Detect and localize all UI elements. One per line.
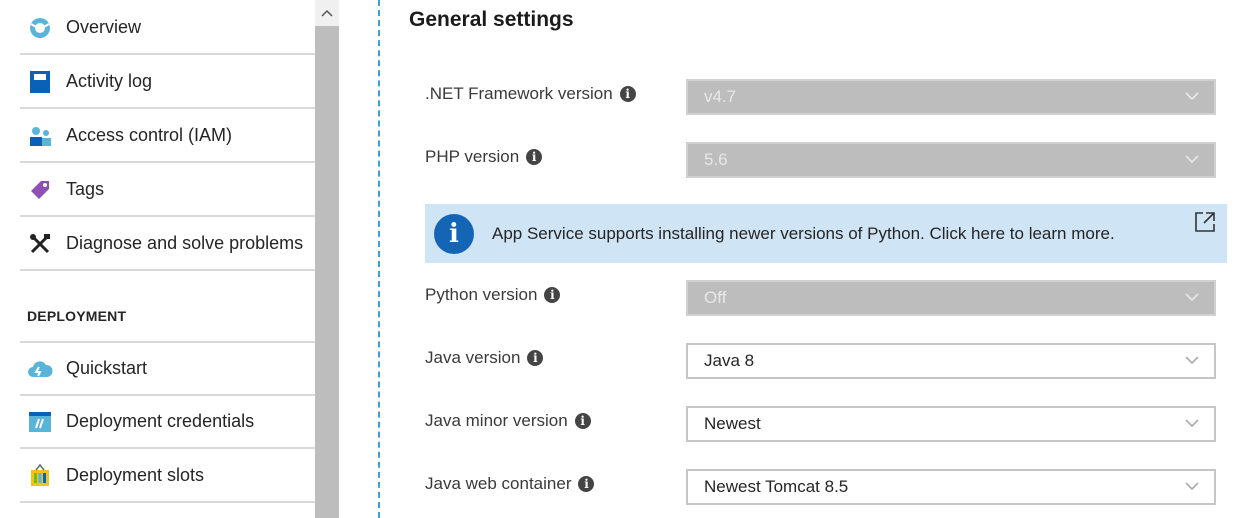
- select-value: Java 8: [704, 351, 755, 370]
- java-web-container-select[interactable]: Newest Tomcat 8.5: [686, 469, 1216, 505]
- chevron-down-icon: [1185, 356, 1199, 365]
- select-value: Off: [704, 288, 727, 307]
- chevron-down-icon: [1185, 155, 1199, 164]
- pane-divider: [378, 0, 380, 518]
- setting-label-text: Python version: [425, 285, 538, 304]
- python-info-banner[interactable]: i App Service supports installing newer …: [425, 204, 1227, 263]
- setting-label-text: PHP version: [425, 147, 520, 166]
- info-icon: i: [434, 213, 474, 254]
- setting-label-text: Java web container: [425, 474, 572, 493]
- java-minor-version-select[interactable]: Newest: [686, 406, 1216, 442]
- sidebar-item-deployment-credentials[interactable]: Deployment credentials: [20, 396, 315, 449]
- access-control-icon: [14, 124, 66, 148]
- external-link-icon[interactable]: [1193, 210, 1217, 234]
- setting-label-python: Python version i: [425, 285, 561, 305]
- sidebar-item-label: Quickstart: [66, 358, 148, 378]
- select-value: Newest: [704, 414, 761, 433]
- setting-label-dotnet: .NET Framework version i: [425, 84, 636, 104]
- setting-label-java-minor: Java minor version i: [425, 411, 591, 431]
- php-version-select[interactable]: 5.6: [686, 142, 1216, 178]
- banner-text: App Service supports installing newer ve…: [492, 223, 1115, 243]
- sidebar-item-diagnose[interactable]: Diagnose and solve problems: [20, 218, 315, 271]
- tag-icon: [14, 178, 66, 202]
- sidebar: Overview Activity log Access control (IA…: [0, 0, 316, 518]
- info-icon[interactable]: i: [527, 350, 544, 366]
- info-icon[interactable]: i: [574, 413, 591, 429]
- sidebar-item-overview[interactable]: Overview: [20, 2, 315, 55]
- quickstart-cloud-icon: [14, 359, 66, 379]
- chevron-up-icon: [321, 9, 333, 17]
- sidebar-item-access-control[interactable]: Access control (IAM): [20, 110, 315, 163]
- select-value: v4.7: [704, 87, 737, 106]
- chevron-down-icon: [1185, 482, 1199, 491]
- sidebar-item-label: Access control (IAM): [66, 125, 233, 145]
- info-icon[interactable]: i: [619, 86, 636, 102]
- section-heading-deployment: DEPLOYMENT: [27, 308, 127, 324]
- setting-label-php: PHP version i: [425, 147, 543, 167]
- select-value: 5.6: [704, 150, 728, 169]
- select-value: Newest Tomcat 8.5: [704, 477, 849, 496]
- sidebar-item-label: Overview: [66, 17, 142, 37]
- sidebar-scrollbar[interactable]: [315, 0, 339, 518]
- setting-label-java: Java version i: [425, 348, 544, 368]
- chevron-down-icon: [1185, 92, 1199, 101]
- setting-label-text: Java minor version: [425, 411, 568, 430]
- sidebar-item-quickstart[interactable]: Quickstart: [20, 341, 315, 396]
- slots-icon: [14, 463, 66, 488]
- sidebar-item-activity-log[interactable]: Activity log: [20, 56, 315, 109]
- sidebar-item-label: Tags: [66, 179, 105, 199]
- sidebar-item-label: Diagnose and solve problems: [66, 233, 304, 253]
- sidebar-item-label: Activity log: [66, 71, 153, 91]
- activity-log-icon: [14, 70, 66, 94]
- setting-label-text: Java version: [425, 348, 521, 367]
- sidebar-item-tags[interactable]: Tags: [20, 164, 315, 217]
- credentials-icon: [14, 411, 66, 433]
- sidebar-item-label: Deployment credentials: [66, 411, 255, 431]
- sidebar-item-label: Deployment slots: [66, 465, 205, 485]
- python-version-select[interactable]: Off: [686, 280, 1216, 316]
- chevron-down-icon: [1185, 293, 1199, 302]
- info-icon[interactable]: i: [578, 476, 595, 492]
- setting-label-java-container: Java web container i: [425, 474, 595, 494]
- chevron-down-icon: [1185, 419, 1199, 428]
- wrench-icon: [14, 232, 66, 256]
- setting-label-text: .NET Framework version: [425, 84, 613, 103]
- overview-icon: [14, 16, 66, 40]
- page-title: General settings: [409, 8, 574, 31]
- java-version-select[interactable]: Java 8: [686, 343, 1216, 379]
- sidebar-item-deployment-slots[interactable]: Deployment slots: [20, 450, 315, 503]
- scroll-up-button[interactable]: [315, 0, 339, 26]
- dotnet-version-select[interactable]: v4.7: [686, 79, 1216, 115]
- info-icon[interactable]: i: [526, 149, 543, 165]
- info-icon[interactable]: i: [544, 287, 561, 303]
